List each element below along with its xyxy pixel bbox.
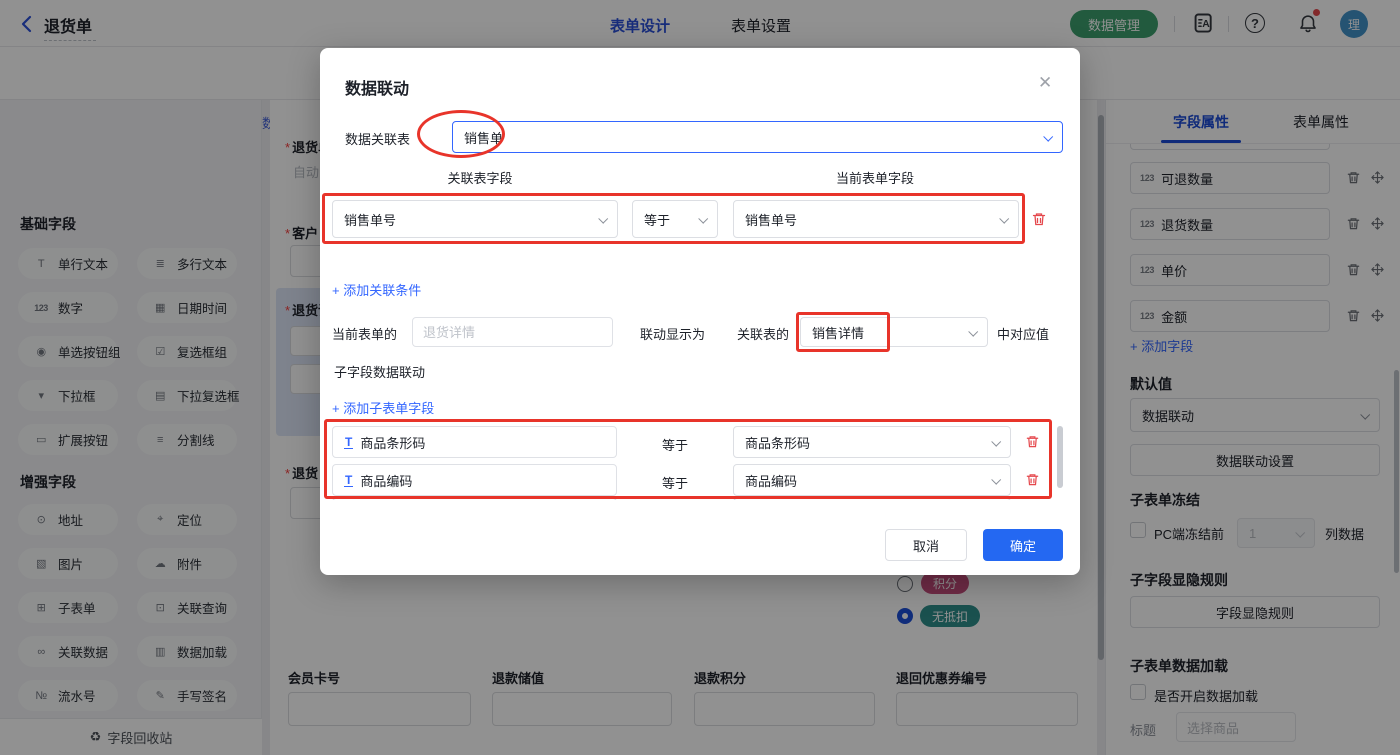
- map-field-input[interactable]: [412, 317, 613, 347]
- chevron-down-icon: [598, 213, 608, 223]
- condition-operator-select[interactable]: 等于: [632, 200, 718, 238]
- delete-subrow-icon[interactable]: [1025, 472, 1040, 487]
- confirm-button[interactable]: 确定: [983, 529, 1063, 561]
- text-field-icon: T: [344, 474, 353, 487]
- chevron-down-icon: [999, 213, 1009, 223]
- subrow-left-field[interactable]: [332, 498, 617, 500]
- relation-table-select[interactable]: 销售单: [452, 121, 1063, 153]
- add-condition-link[interactable]: + 添加关联条件: [332, 280, 421, 299]
- map-prefix-label: 当前表单的: [332, 324, 397, 343]
- chevron-down-icon: [1043, 131, 1053, 141]
- chevron-down-icon: [698, 213, 708, 223]
- cancel-button[interactable]: 取消: [885, 529, 967, 561]
- close-icon[interactable]: ✕: [1038, 73, 1052, 93]
- add-subfield-link[interactable]: + 添加子表单字段: [332, 398, 434, 417]
- subrow-left-field[interactable]: T商品条形码: [332, 426, 617, 458]
- delete-subrow-icon[interactable]: [1025, 434, 1040, 449]
- condition-left-select[interactable]: 销售单号: [332, 200, 618, 238]
- map-rel-select[interactable]: 销售详情: [800, 317, 988, 347]
- delete-condition-icon[interactable]: [1031, 211, 1047, 227]
- map-rel-label: 关联表的: [737, 324, 789, 343]
- text-field-icon: T: [344, 436, 353, 449]
- map-suffix-label: 中对应值: [997, 324, 1049, 343]
- column-header-left: 关联表字段: [380, 168, 580, 187]
- chevron-down-icon: [968, 326, 978, 336]
- map-input-wrap: [412, 317, 613, 347]
- condition-right-select[interactable]: 销售单号: [733, 200, 1019, 238]
- column-header-right: 当前表单字段: [775, 168, 975, 187]
- subfield-section-title: 子字段数据联动: [334, 362, 425, 381]
- subrow-left-field[interactable]: T商品编码: [332, 464, 617, 496]
- subrow-right-select[interactable]: [733, 498, 1011, 500]
- relation-table-label: 数据关联表: [345, 129, 410, 148]
- chevron-down-icon: [991, 436, 1001, 446]
- subrow-operator: 等于: [662, 435, 688, 454]
- app-root: 退货单 表单设计 表单设置 数据管理 A ? 理 表单外链 后端脚本 数据权限: [0, 0, 1400, 755]
- subrow-operator: 等于: [662, 473, 688, 492]
- subfield-rows-scroll: T商品条形码 等于 商品条形码 T商品编码 等于 商品编码: [325, 421, 1065, 500]
- subrow-right-select[interactable]: 商品条形码: [733, 426, 1011, 458]
- subfield-scrollbar[interactable]: [1057, 426, 1063, 488]
- data-linkage-modal: 数据联动 ✕ 数据关联表 销售单 关联表字段 当前表单字段 销售单号 等于 销售…: [320, 48, 1080, 575]
- modal-title: 数据联动: [345, 75, 409, 99]
- chevron-down-icon: [991, 474, 1001, 484]
- map-middle-label: 联动显示为: [640, 324, 705, 343]
- subrow-right-select[interactable]: 商品编码: [733, 464, 1011, 496]
